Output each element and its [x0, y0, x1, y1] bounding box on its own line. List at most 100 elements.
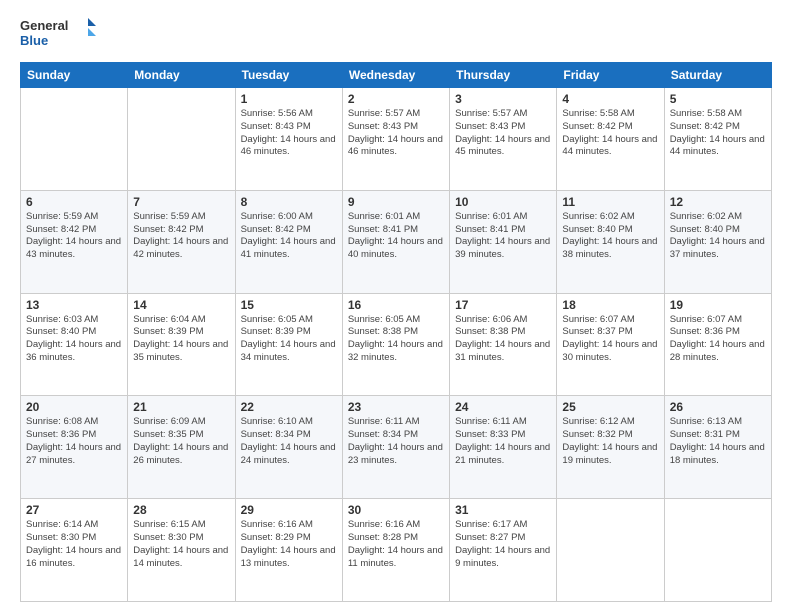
day-number: 31 — [455, 503, 551, 517]
day-number: 5 — [670, 92, 766, 106]
day-number: 10 — [455, 195, 551, 209]
calendar-cell: 16Sunrise: 6:05 AM Sunset: 8:38 PM Dayli… — [342, 293, 449, 396]
weekday-header-monday: Monday — [128, 63, 235, 88]
weekday-header-wednesday: Wednesday — [342, 63, 449, 88]
header: General Blue — [20, 16, 772, 52]
calendar-cell: 3 Sunrise: 5:57 AM Sunset: 8:43 PM Daylig… — [450, 88, 557, 191]
day-number: 22 — [241, 400, 337, 414]
day-number: 18 — [562, 298, 658, 312]
calendar-cell: 12 Sunrise: 6:02 AM Sunset: 8:40 PM Dayli… — [664, 190, 771, 293]
calendar-cell: 5 Sunrise: 5:58 AM Sunset: 8:42 PM Daylig… — [664, 88, 771, 191]
calendar-cell: 31Sunrise: 6:17 AM Sunset: 8:27 PM Dayli… — [450, 499, 557, 602]
day-number: 1 — [241, 92, 337, 106]
calendar-cell: 7Sunrise: 5:59 AM Sunset: 8:42 PM Daylig… — [128, 190, 235, 293]
calendar-cell: 6 Sunrise: 5:59 AM Sunset: 8:42 PM Daylig… — [21, 190, 128, 293]
day-number: 28 — [133, 503, 229, 517]
day-info: Sunrise: 6:10 AM Sunset: 8:34 PM Dayligh… — [241, 416, 337, 467]
day-info: Sunrise: 6:11 AM Sunset: 8:34 PM Dayligh… — [348, 416, 444, 467]
weekday-header-saturday: Saturday — [664, 63, 771, 88]
day-info: Sunrise: 6:05 AM Sunset: 8:39 PM Dayligh… — [241, 314, 337, 365]
weekday-header-friday: Friday — [557, 63, 664, 88]
day-number: 8 — [241, 195, 337, 209]
day-info: Sunrise: 6:16 AM Sunset: 8:29 PM Dayligh… — [241, 519, 337, 570]
calendar-week-5: 27Sunrise: 6:14 AM Sunset: 8:30 PM Dayli… — [21, 499, 772, 602]
calendar-cell: 22 Sunrise: 6:10 AM Sunset: 8:34 PM Dayli… — [235, 396, 342, 499]
calendar-cell: 28 Sunrise: 6:15 AM Sunset: 8:30 PM Dayli… — [128, 499, 235, 602]
calendar-cell: 27Sunrise: 6:14 AM Sunset: 8:30 PM Dayli… — [21, 499, 128, 602]
day-info: Sunrise: 6:01 AM Sunset: 8:41 PM Dayligh… — [348, 211, 444, 262]
day-number: 23 — [348, 400, 444, 414]
day-info: Sunrise: 6:15 AM Sunset: 8:30 PM Dayligh… — [133, 519, 229, 570]
calendar-cell — [21, 88, 128, 191]
day-info: Sunrise: 6:02 AM Sunset: 8:40 PM Dayligh… — [670, 211, 766, 262]
day-info: Sunrise: 6:16 AM Sunset: 8:28 PM Dayligh… — [348, 519, 444, 570]
day-info: Sunrise: 5:56 AM Sunset: 8:43 PM Dayligh… — [241, 108, 337, 159]
day-number: 25 — [562, 400, 658, 414]
day-number: 7 — [133, 195, 229, 209]
calendar-cell: 19 Sunrise: 6:07 AM Sunset: 8:36 PM Dayli… — [664, 293, 771, 396]
day-info: Sunrise: 5:59 AM Sunset: 8:42 PM Dayligh… — [26, 211, 122, 262]
day-info: Sunrise: 6:08 AM Sunset: 8:36 PM Dayligh… — [26, 416, 122, 467]
calendar-cell: 10 Sunrise: 6:01 AM Sunset: 8:41 PM Dayli… — [450, 190, 557, 293]
day-number: 12 — [670, 195, 766, 209]
day-number: 30 — [348, 503, 444, 517]
day-info: Sunrise: 5:58 AM Sunset: 8:42 PM Dayligh… — [562, 108, 658, 159]
day-info: Sunrise: 6:06 AM Sunset: 8:38 PM Dayligh… — [455, 314, 551, 365]
calendar-cell: 26 Sunrise: 6:13 AM Sunset: 8:31 PM Dayli… — [664, 396, 771, 499]
day-info: Sunrise: 6:13 AM Sunset: 8:31 PM Dayligh… — [670, 416, 766, 467]
calendar-table: SundayMondayTuesdayWednesdayThursdayFrid… — [20, 62, 772, 602]
day-number: 13 — [26, 298, 122, 312]
calendar-cell: 25 Sunrise: 6:12 AM Sunset: 8:32 PM Dayli… — [557, 396, 664, 499]
day-number: 19 — [670, 298, 766, 312]
day-number: 24 — [455, 400, 551, 414]
day-info: Sunrise: 5:57 AM Sunset: 8:43 PM Dayligh… — [455, 108, 551, 159]
calendar-week-1: 1 Sunrise: 5:56 AM Sunset: 8:43 PM Daylig… — [21, 88, 772, 191]
calendar-cell: 9 Sunrise: 6:01 AM Sunset: 8:41 PM Daylig… — [342, 190, 449, 293]
calendar-header-row: SundayMondayTuesdayWednesdayThursdayFrid… — [21, 63, 772, 88]
day-info: Sunrise: 6:12 AM Sunset: 8:32 PM Dayligh… — [562, 416, 658, 467]
calendar-cell — [128, 88, 235, 191]
day-number: 6 — [26, 195, 122, 209]
day-info: Sunrise: 6:01 AM Sunset: 8:41 PM Dayligh… — [455, 211, 551, 262]
day-info: Sunrise: 6:00 AM Sunset: 8:42 PM Dayligh… — [241, 211, 337, 262]
day-number: 4 — [562, 92, 658, 106]
calendar-cell: 18 Sunrise: 6:07 AM Sunset: 8:37 PM Dayli… — [557, 293, 664, 396]
calendar-cell — [557, 499, 664, 602]
day-info: Sunrise: 5:58 AM Sunset: 8:42 PM Dayligh… — [670, 108, 766, 159]
day-number: 9 — [348, 195, 444, 209]
day-info: Sunrise: 6:03 AM Sunset: 8:40 PM Dayligh… — [26, 314, 122, 365]
calendar-cell: 20Sunrise: 6:08 AM Sunset: 8:36 PM Dayli… — [21, 396, 128, 499]
calendar-cell: 8 Sunrise: 6:00 AM Sunset: 8:42 PM Daylig… — [235, 190, 342, 293]
calendar-cell: 17 Sunrise: 6:06 AM Sunset: 8:38 PM Dayli… — [450, 293, 557, 396]
day-number: 26 — [670, 400, 766, 414]
day-info: Sunrise: 6:07 AM Sunset: 8:36 PM Dayligh… — [670, 314, 766, 365]
calendar-cell: 29 Sunrise: 6:16 AM Sunset: 8:29 PM Dayli… — [235, 499, 342, 602]
day-info: Sunrise: 6:02 AM Sunset: 8:40 PM Dayligh… — [562, 211, 658, 262]
day-info: Sunrise: 6:05 AM Sunset: 8:38 PM Dayligh… — [348, 314, 444, 365]
calendar-week-4: 20Sunrise: 6:08 AM Sunset: 8:36 PM Dayli… — [21, 396, 772, 499]
day-info: Sunrise: 6:04 AM Sunset: 8:39 PM Dayligh… — [133, 314, 229, 365]
svg-text:General: General — [20, 18, 68, 33]
calendar-cell: 4 Sunrise: 5:58 AM Sunset: 8:42 PM Daylig… — [557, 88, 664, 191]
calendar-cell: 15 Sunrise: 6:05 AM Sunset: 8:39 PM Dayli… — [235, 293, 342, 396]
calendar-cell: 30 Sunrise: 6:16 AM Sunset: 8:28 PM Dayli… — [342, 499, 449, 602]
calendar-cell: 13 Sunrise: 6:03 AM Sunset: 8:40 PM Dayli… — [21, 293, 128, 396]
weekday-header-sunday: Sunday — [21, 63, 128, 88]
day-info: Sunrise: 6:14 AM Sunset: 8:30 PM Dayligh… — [26, 519, 122, 570]
day-number: 29 — [241, 503, 337, 517]
calendar-cell: 23 Sunrise: 6:11 AM Sunset: 8:34 PM Dayli… — [342, 396, 449, 499]
calendar-cell — [664, 499, 771, 602]
weekday-header-thursday: Thursday — [450, 63, 557, 88]
day-number: 17 — [455, 298, 551, 312]
day-number: 21 — [133, 400, 229, 414]
day-info: Sunrise: 6:07 AM Sunset: 8:37 PM Dayligh… — [562, 314, 658, 365]
calendar-cell: 24Sunrise: 6:11 AM Sunset: 8:33 PM Dayli… — [450, 396, 557, 499]
day-number: 3 — [455, 92, 551, 106]
day-info: Sunrise: 6:09 AM Sunset: 8:35 PM Dayligh… — [133, 416, 229, 467]
day-number: 2 — [348, 92, 444, 106]
day-info: Sunrise: 5:57 AM Sunset: 8:43 PM Dayligh… — [348, 108, 444, 159]
svg-text:Blue: Blue — [20, 33, 48, 48]
day-number: 15 — [241, 298, 337, 312]
weekday-header-tuesday: Tuesday — [235, 63, 342, 88]
day-number: 14 — [133, 298, 229, 312]
